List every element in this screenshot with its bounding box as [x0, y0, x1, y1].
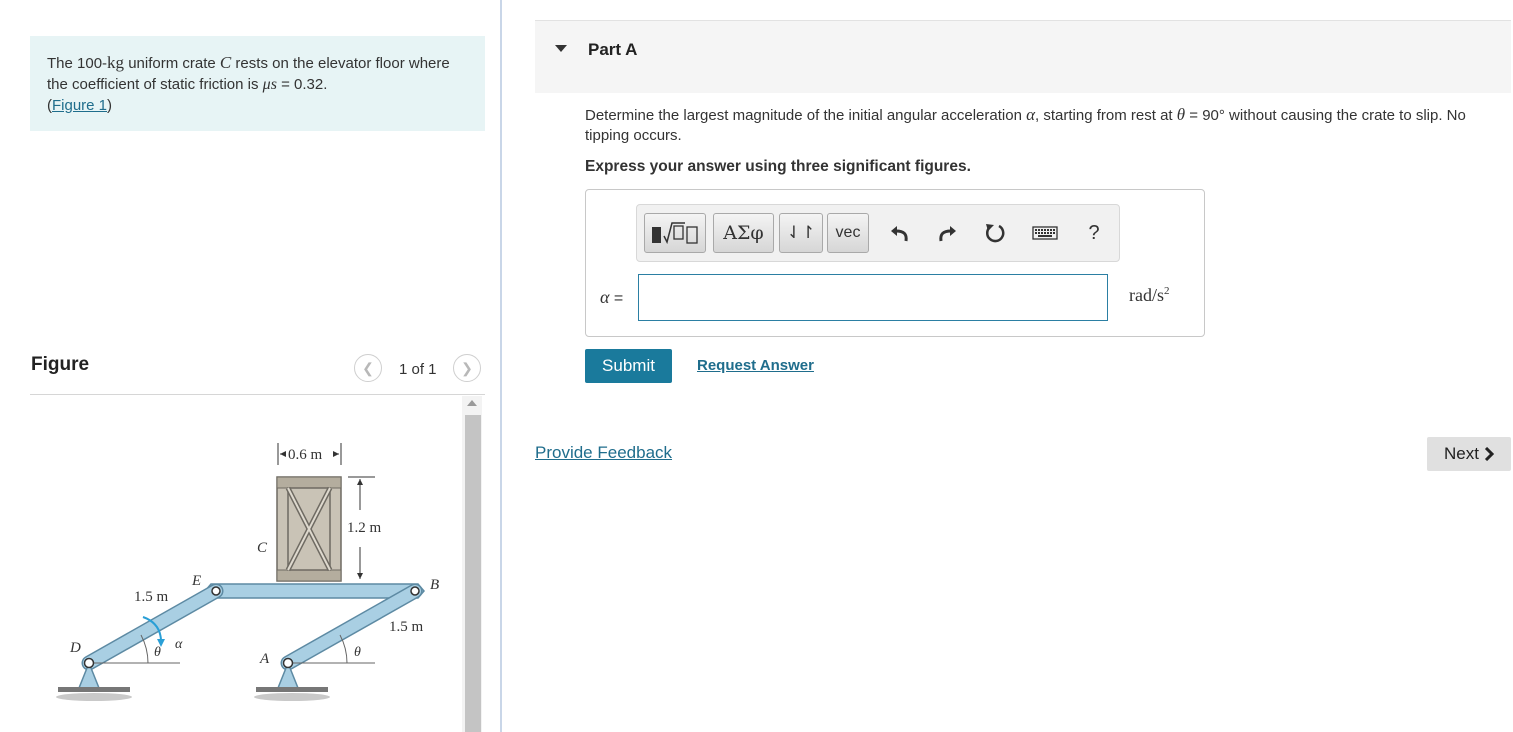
keyboard-icon	[1032, 226, 1058, 240]
left-link-length: 1.5 m	[134, 589, 169, 605]
reset-button[interactable]	[982, 219, 1008, 247]
figure-pagination: 1 of 1	[399, 361, 437, 378]
right-link-length: 1.5 m	[389, 619, 424, 635]
scroll-up-icon[interactable]	[467, 400, 477, 406]
previous-figure-button[interactable]: ❮	[354, 354, 382, 382]
unit-label: rad/s2	[1129, 285, 1170, 306]
math-toolbar: ΑΣφ ⇃↾ vec ?	[636, 204, 1120, 262]
figure-diagram: 0.6 m 1.2 m C E B 1.5 m 1.5 m α θ θ D A	[56, 443, 439, 701]
next-button[interactable]: Next	[1427, 437, 1511, 471]
answer-label: α =	[600, 287, 624, 307]
unit-base: rad/s	[1129, 285, 1164, 305]
height-label: 1.2 m	[347, 520, 382, 536]
chevron-right-icon: ❯	[461, 359, 473, 376]
templates-icon	[652, 222, 698, 245]
undo-button[interactable]	[887, 219, 913, 247]
provide-feedback-link[interactable]: Provide Feedback	[535, 443, 672, 463]
figure-title: Figure	[31, 354, 90, 375]
problem-text: uniform crate	[124, 55, 220, 72]
point-a-label: A	[259, 651, 270, 667]
subscript-superscript-button[interactable]: ⇃↾	[779, 213, 823, 253]
greek-symbols-button[interactable]: ΑΣφ	[713, 213, 774, 253]
chevron-right-icon	[1484, 447, 1494, 461]
mass-unit: kg	[107, 53, 125, 72]
answer-input[interactable]	[638, 274, 1108, 321]
right-theta-label: θ	[354, 645, 361, 660]
redo-icon	[939, 226, 956, 242]
next-label: Next	[1444, 444, 1479, 463]
answer-box: ΑΣφ ⇃↾ vec ? α = rad/s2	[585, 189, 1205, 337]
greek-label: ΑΣφ	[723, 222, 764, 244]
left-theta-label: θ	[154, 645, 161, 660]
caret-down-icon	[555, 45, 567, 52]
theta-symbol: θ	[1176, 105, 1186, 124]
figure-link[interactable]: Figure 1	[52, 97, 107, 114]
request-answer-link[interactable]: Request Answer	[697, 357, 814, 374]
vec-label: vec	[835, 224, 861, 241]
figure-header: Figure ❮ 1 of 1 ❯	[30, 350, 485, 395]
crate-label: C	[257, 540, 268, 556]
point-b-label: B	[430, 577, 439, 593]
mu-symbol: μs	[262, 76, 277, 93]
question-segment: Determine the largest magnitude of the i…	[585, 107, 1027, 124]
part-title: Part A	[588, 40, 638, 59]
left-panel: The 100-kg uniform crate C rests on the …	[0, 0, 500, 732]
help-icon: ?	[1088, 221, 1100, 244]
crate	[276, 476, 342, 582]
instruction-text: Express your answer using three signific…	[585, 158, 971, 175]
problem-statement: The 100-kg uniform crate C rests on the …	[30, 36, 485, 131]
redo-button[interactable]	[934, 219, 960, 247]
help-button[interactable]: ?	[1081, 219, 1107, 247]
keyboard-button[interactable]	[1030, 219, 1060, 247]
submit-button[interactable]: Submit	[585, 349, 672, 383]
templates-button[interactable]	[644, 213, 706, 253]
point-d-label: D	[69, 640, 81, 656]
arrows-icon: ⇃↾	[786, 223, 816, 242]
scrollbar-thumb[interactable]	[465, 415, 481, 732]
vector-button[interactable]: vec	[827, 213, 869, 253]
reset-icon	[985, 224, 1005, 243]
unit-exponent: 2	[1164, 285, 1170, 297]
width-label: 0.6 m	[288, 447, 323, 463]
alpha-label: α	[175, 637, 183, 652]
alpha-symbol: α	[1026, 105, 1036, 124]
part-header[interactable]: Part A	[535, 20, 1511, 93]
problem-text: The 100-	[47, 55, 108, 72]
crate-symbol: C	[219, 53, 232, 72]
question-text: Determine the largest magnitude of the i…	[585, 105, 1500, 146]
question-segment: , starting from rest at	[1035, 107, 1177, 124]
next-figure-button[interactable]: ❯	[453, 354, 481, 382]
chevron-left-icon: ❮	[362, 359, 374, 376]
point-e-label: E	[191, 573, 201, 589]
problem-text: = 0.32.	[276, 76, 328, 93]
panel-divider	[500, 0, 502, 732]
undo-icon	[891, 226, 908, 242]
